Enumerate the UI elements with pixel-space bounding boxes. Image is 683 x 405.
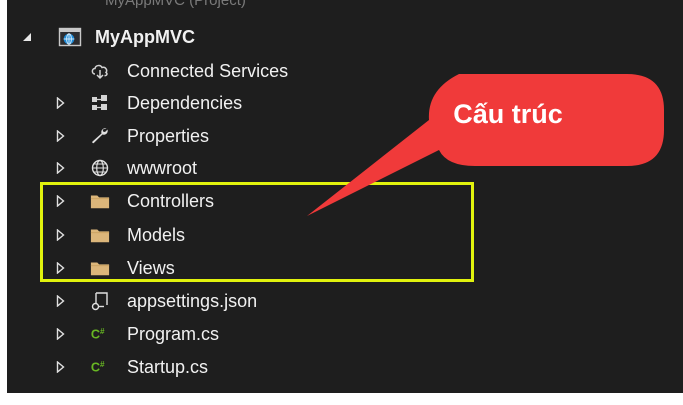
tree-item-program[interactable]: C # Program.cs: [7, 319, 683, 349]
csharp-file-icon: C #: [90, 358, 110, 376]
tree-item-label: appsettings.json: [127, 291, 258, 311]
connected-services-icon: [90, 62, 110, 80]
tree-item-wwwroot[interactable]: wwwroot: [7, 153, 683, 183]
expand-triangle-icon[interactable]: [54, 121, 66, 151]
wrench-icon: [90, 127, 110, 145]
dependencies-icon: [90, 94, 110, 112]
expand-triangle-icon[interactable]: [54, 88, 66, 118]
expand-triangle-icon[interactable]: [54, 319, 66, 349]
expand-triangle-icon[interactable]: [54, 153, 66, 183]
cut-header-row: MyAppMVC (Project): [7, 0, 683, 9]
solution-explorer-panel: MyAppMVC (Project) MyAppMVC Connected Se…: [7, 0, 683, 393]
json-file-icon: [90, 292, 110, 311]
web-project-icon: [58, 27, 82, 47]
tree-root-project[interactable]: MyAppMVC: [7, 22, 683, 52]
svg-text:#: #: [100, 360, 105, 369]
tree-item-appsettings[interactable]: appsettings.json: [7, 286, 683, 316]
tree-item-label: Startup.cs: [127, 357, 209, 377]
svg-text:C: C: [91, 327, 100, 342]
tree-item-label: Connected Services: [127, 61, 289, 81]
collapse-triangle-icon[interactable]: [21, 22, 33, 52]
globe-icon: [90, 159, 110, 177]
svg-text:C: C: [91, 360, 100, 375]
tree-item-label: Properties: [127, 126, 210, 146]
tree-item-startup[interactable]: C # Startup.cs: [7, 352, 683, 382]
expand-triangle-icon[interactable]: [54, 352, 66, 382]
svg-text:#: #: [100, 327, 105, 336]
callout-label: Cấu trúc: [453, 99, 563, 129]
tree-item-label: Program.cs: [127, 324, 220, 344]
folders-highlight-box: [40, 182, 474, 282]
expand-triangle-icon[interactable]: [54, 286, 66, 316]
tree-item-connected-services[interactable]: Connected Services: [7, 56, 683, 86]
tree-item-label: wwwroot: [127, 158, 198, 178]
tree-root-label: MyAppMVC: [95, 27, 195, 47]
csharp-file-icon: C #: [90, 325, 110, 343]
cut-header-label: MyAppMVC (Project): [105, 0, 246, 9]
tree-item-label: Dependencies: [127, 93, 243, 113]
